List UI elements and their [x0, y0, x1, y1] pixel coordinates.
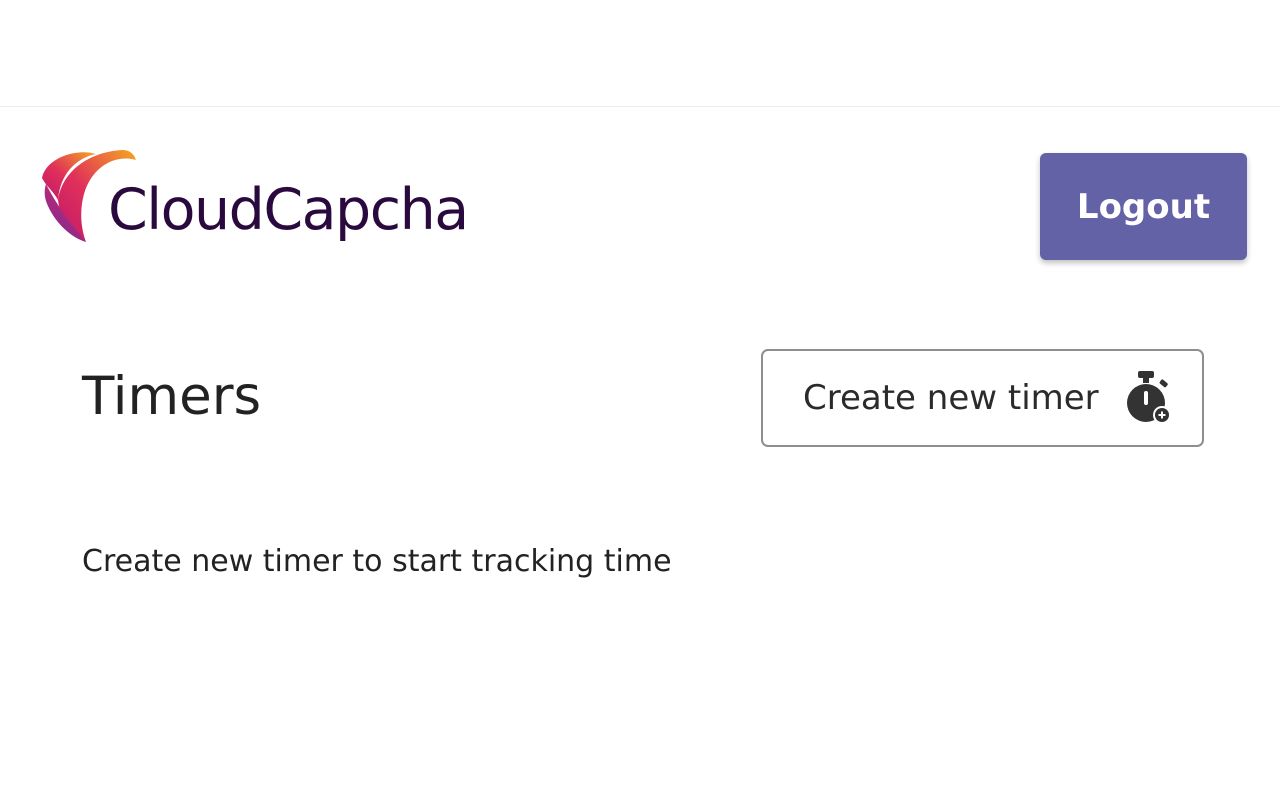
- logo-text: CloudCapcha: [108, 177, 469, 243]
- create-new-timer-label: Create new timer: [803, 378, 1099, 418]
- empty-state-message: Create new timer to start tracking time: [82, 544, 672, 579]
- page: CloudCapcha Logout Timers Create new tim…: [0, 0, 1280, 800]
- page-title: Timers: [82, 366, 262, 427]
- logout-button[interactable]: Logout: [1040, 153, 1247, 260]
- logo[interactable]: CloudCapcha: [36, 148, 506, 260]
- top-bar: [0, 0, 1280, 107]
- create-new-timer-button[interactable]: Create new timer: [761, 349, 1204, 447]
- stopwatch-add-icon: [1127, 371, 1171, 424]
